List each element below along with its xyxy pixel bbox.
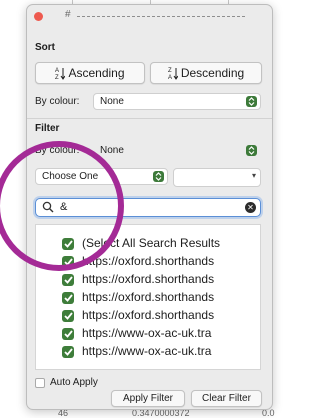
sort-by-colour-select[interactable]: None bbox=[93, 93, 261, 110]
sort-ascending-button[interactable]: A Z Ascending bbox=[35, 62, 145, 84]
clear-search-icon[interactable]: ✕ bbox=[245, 202, 256, 213]
list-item-label: https://oxford.shorthands bbox=[82, 290, 215, 304]
checkbox-checked-icon[interactable] bbox=[62, 310, 74, 322]
chevron-down-icon: ▾ bbox=[251, 171, 256, 180]
apply-filter-button[interactable]: Apply Filter bbox=[111, 390, 185, 407]
filter-values-list: (Select All Search Results https://oxfor… bbox=[35, 224, 261, 370]
header-divider bbox=[77, 16, 245, 17]
list-item[interactable]: https://oxford.shorthands bbox=[36, 271, 260, 289]
checkbox-checked-icon[interactable] bbox=[62, 274, 74, 286]
list-item[interactable]: https://oxford.shorthands bbox=[36, 307, 260, 325]
list-item-label: https://www-ox-ac-uk.tra bbox=[82, 326, 212, 340]
search-icon bbox=[42, 201, 54, 213]
filter-section-title: Filter bbox=[35, 123, 60, 134]
filter-search-field[interactable]: & ✕ bbox=[35, 198, 261, 217]
sort-descending-label: Descending bbox=[180, 66, 245, 80]
list-item-label: https://www-ox-ac-uk.tra bbox=[82, 344, 212, 358]
screen: 46 0.3470000372 0.0 # Sort A Z Ascending… bbox=[0, 0, 275, 418]
close-icon[interactable] bbox=[34, 12, 43, 21]
section-divider bbox=[27, 118, 272, 119]
sort-by-colour-label: By colour: bbox=[35, 96, 80, 107]
svg-text:A: A bbox=[55, 68, 59, 74]
svg-text:Z: Z bbox=[55, 75, 59, 80]
list-item-label: https://oxford.shorthands bbox=[82, 308, 215, 322]
popup-header-title: # bbox=[65, 9, 71, 20]
checkbox-checked-icon[interactable] bbox=[62, 256, 74, 268]
filter-condition-value: Choose One bbox=[42, 171, 99, 182]
filter-by-colour-label: By colour: bbox=[35, 145, 80, 156]
sort-section-title: Sort bbox=[35, 42, 55, 53]
chevron-updown-icon bbox=[246, 96, 257, 107]
filter-value-combobox[interactable]: ▾ bbox=[173, 168, 261, 187]
sort-ascending-label: Ascending bbox=[68, 66, 125, 80]
filter-condition-select[interactable]: Choose One bbox=[35, 168, 168, 185]
checkbox-checked-icon[interactable] bbox=[62, 238, 74, 250]
list-item[interactable]: https://www-ox-ac-uk.tra bbox=[36, 325, 260, 343]
svg-text:A: A bbox=[168, 75, 172, 80]
list-item[interactable]: https://oxford.shorthands bbox=[36, 289, 260, 307]
list-item[interactable]: https://oxford.shorthands bbox=[36, 253, 260, 271]
sort-ascending-icon: A Z bbox=[55, 66, 66, 81]
search-input-value[interactable]: & bbox=[60, 201, 67, 213]
clear-filter-button[interactable]: Clear Filter bbox=[191, 390, 262, 407]
filter-by-colour-value: None bbox=[100, 145, 124, 156]
list-item[interactable]: (Select All Search Results bbox=[36, 235, 260, 253]
list-item-label: https://oxford.shorthands bbox=[82, 254, 215, 268]
filter-popup: # Sort A Z Ascending Z A Descending By c… bbox=[26, 4, 273, 410]
list-item-label: (Select All Search Results bbox=[82, 236, 221, 250]
checkbox-checked-icon[interactable] bbox=[62, 346, 74, 358]
svg-text:Z: Z bbox=[168, 68, 172, 74]
checkbox-unchecked-icon[interactable] bbox=[35, 378, 45, 388]
sort-descending-button[interactable]: Z A Descending bbox=[150, 62, 262, 84]
checkbox-checked-icon[interactable] bbox=[62, 292, 74, 304]
chevron-updown-icon bbox=[246, 145, 257, 156]
auto-apply-label: Auto Apply bbox=[50, 377, 98, 388]
chevron-updown-icon bbox=[153, 171, 164, 182]
sort-by-colour-value: None bbox=[100, 96, 124, 107]
list-item-label: https://oxford.shorthands bbox=[82, 272, 215, 286]
checkbox-checked-icon[interactable] bbox=[62, 328, 74, 340]
filter-by-colour-select[interactable]: None bbox=[93, 142, 261, 159]
sort-descending-icon: Z A bbox=[168, 66, 179, 81]
list-item[interactable]: https://www-ox-ac-uk.tra bbox=[36, 343, 260, 361]
